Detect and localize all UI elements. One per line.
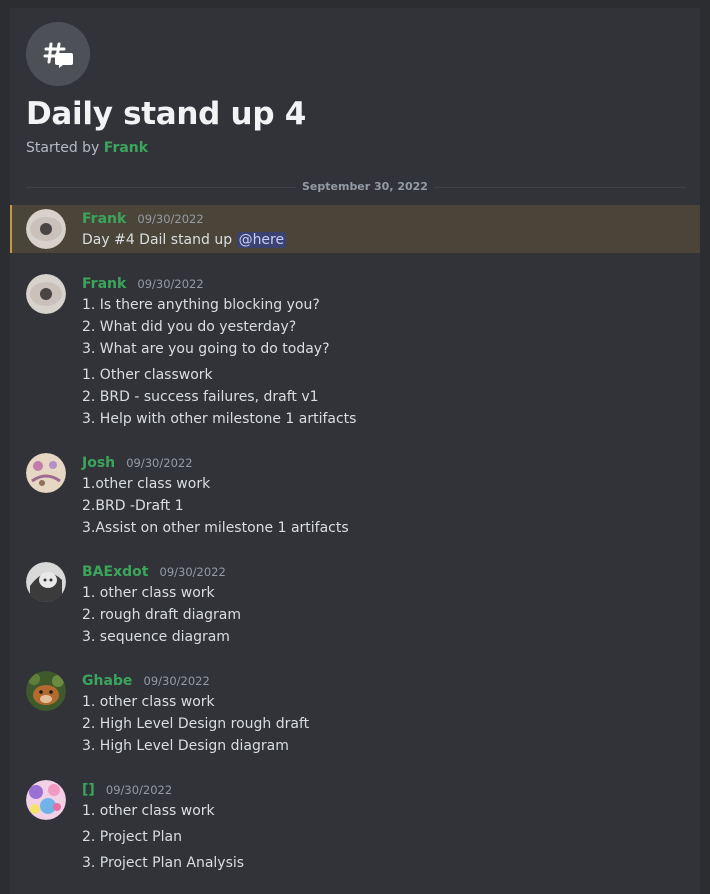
message-line: 3. sequence diagram — [82, 629, 230, 645]
scrollbar-track[interactable] — [700, 0, 710, 894]
started-by-user[interactable]: Frank — [104, 140, 148, 156]
message-line: 3. Project Plan Analysis — [82, 855, 245, 871]
message-line: 1. Is there anything blocking you? — [82, 297, 320, 313]
message-line: 1. other class work — [82, 803, 215, 819]
message-content: Ghabe 09/30/2022 1. other class work 2. … — [82, 669, 309, 757]
message-timestamp: 09/30/2022 — [126, 456, 193, 470]
message-timestamp: 09/30/2022 — [105, 783, 173, 797]
message-author[interactable]: Frank — [82, 276, 126, 292]
avatar[interactable] — [26, 209, 66, 249]
message-item[interactable]: Ghabe 09/30/2022 1. other class work 2. … — [10, 669, 700, 761]
message-line: 2.BRD -Draft 1 — [82, 498, 184, 514]
message-timestamp: 09/30/2022 — [159, 565, 226, 579]
thread-title: Daily stand up 4 — [26, 96, 306, 132]
message-author[interactable]: BAExdot — [82, 564, 148, 580]
message-content: Josh 09/30/2022 1.other class work 2.BRD… — [82, 451, 349, 539]
message-content: BAExdot 09/30/2022 1. other class work 2… — [82, 560, 241, 648]
message-line: 2. What did you do yesterday? — [82, 319, 297, 335]
message-item[interactable]: Frank 09/30/2022 1. Is there anything bl… — [10, 272, 700, 432]
thread-started-by: Started by Frank — [26, 140, 666, 156]
message-item[interactable]: [] 09/30/2022 1. other class work 2. Pro… — [10, 778, 700, 878]
avatar[interactable] — [26, 562, 66, 602]
message-author[interactable]: [] — [82, 782, 95, 798]
top-bar — [0, 0, 710, 8]
message-item[interactable]: Frank 09/30/2022 Day #4 Dail stand up @h… — [10, 205, 700, 253]
avatar[interactable] — [26, 780, 66, 820]
message-author[interactable]: Josh — [82, 455, 115, 471]
message-author[interactable]: Frank — [82, 211, 126, 227]
message-line: 2. BRD - success failures, draft v1 — [82, 389, 319, 405]
avatar[interactable] — [26, 453, 66, 493]
message-line: 2. Project Plan — [82, 829, 182, 845]
message-line: 3. What are you going to do today? — [82, 341, 330, 357]
thread-icon — [26, 22, 90, 86]
message-timestamp: 09/30/2022 — [143, 674, 210, 688]
message-line: 2. rough draft diagram — [82, 607, 241, 623]
left-edge — [0, 0, 10, 894]
message-timestamp: 09/30/2022 — [137, 212, 204, 226]
thread-header: Daily stand up 4 Started by Frank — [26, 22, 666, 156]
message-content: Frank 09/30/2022 1. Is there anything bl… — [82, 272, 356, 430]
message-content: Frank 09/30/2022 Day #4 Dail stand up @h… — [82, 207, 287, 251]
date-divider-label: September 30, 2022 — [296, 180, 434, 193]
message-line: 1. Other classwork — [82, 367, 213, 383]
started-by-prefix: Started by — [26, 140, 100, 156]
message-content: [] 09/30/2022 1. other class work 2. Pro… — [82, 778, 244, 874]
avatar[interactable] — [26, 274, 66, 314]
message-item[interactable]: BAExdot 09/30/2022 1. other class work 2… — [10, 560, 700, 652]
message-item[interactable]: Josh 09/30/2022 1.other class work 2.BRD… — [10, 451, 700, 543]
mention-here[interactable]: @here — [236, 232, 287, 248]
message-line: 2. High Level Design rough draft — [82, 716, 310, 732]
message-author[interactable]: Ghabe — [82, 673, 132, 689]
message-timestamp: 09/30/2022 — [137, 277, 204, 291]
message-line: 1. other class work — [82, 585, 215, 601]
message-line: 1. other class work — [82, 694, 215, 710]
message-line: 3.Assist on other milestone 1 artifacts — [82, 520, 349, 536]
message-line: 1.other class work — [82, 476, 211, 492]
message-text: Day #4 Dail stand up @here — [82, 232, 287, 248]
message-line: 3. High Level Design diagram — [82, 738, 289, 754]
avatar[interactable] — [26, 671, 66, 711]
message-line: 3. Help with other milestone 1 artifacts — [82, 411, 357, 427]
